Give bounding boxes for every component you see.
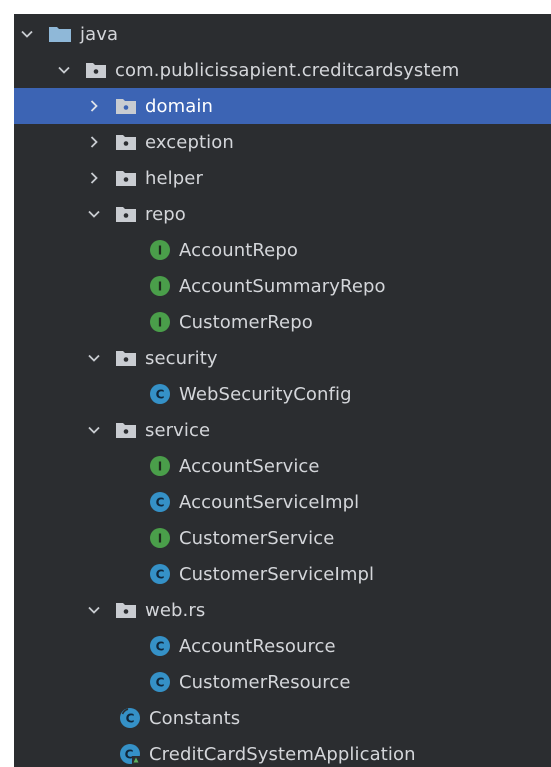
tree-node-accountserviceimpl[interactable]: C AccountServiceImpl xyxy=(14,484,551,520)
spring-boot-class-icon: C xyxy=(119,743,141,765)
svg-text:I: I xyxy=(158,280,162,294)
tree-node-label: security xyxy=(145,347,218,369)
chevron-right-icon[interactable] xyxy=(87,135,101,149)
tree-node-label: com.publicissapient.creditcardsystem xyxy=(115,59,460,81)
interface-icon: I xyxy=(149,527,171,549)
chevron-down-icon[interactable] xyxy=(87,603,101,617)
tree-node-service[interactable]: service xyxy=(14,412,551,448)
tree-node-label: java xyxy=(80,23,119,45)
svg-text:I: I xyxy=(158,316,162,330)
class-icon: C xyxy=(149,563,171,585)
tree-node-accountservice[interactable]: I AccountService xyxy=(14,448,551,484)
svg-text:C: C xyxy=(156,676,165,690)
package-folder-icon xyxy=(115,419,137,441)
tree-node-label: CustomerServiceImpl xyxy=(179,563,375,585)
tree-node-repo[interactable]: repo xyxy=(14,196,551,232)
tree-node-accountsummaryrepo[interactable]: I AccountSummaryRepo xyxy=(14,268,551,304)
class-icon: C xyxy=(149,635,171,657)
tree-node-java[interactable]: java xyxy=(14,16,551,52)
chevron-right-icon[interactable] xyxy=(87,171,101,185)
class-icon: C xyxy=(149,383,171,405)
tree-node-label: CustomerResource xyxy=(179,671,351,693)
tree-node-helper[interactable]: helper xyxy=(14,160,551,196)
chevron-down-icon[interactable] xyxy=(20,27,34,41)
interface-icon: I xyxy=(149,275,171,297)
tree-node-package[interactable]: com.publicissapient.creditcardsystem xyxy=(14,52,551,88)
chevron-down-icon[interactable] xyxy=(57,63,71,77)
class-icon: C xyxy=(149,671,171,693)
package-folder-icon xyxy=(115,95,137,117)
tree-node-label: helper xyxy=(145,167,203,189)
package-folder-icon xyxy=(115,203,137,225)
tree-node-websecurityconfig[interactable]: C WebSecurityConfig xyxy=(14,376,551,412)
interface-icon: I xyxy=(149,455,171,477)
tree-node-constants[interactable]: C Constants xyxy=(14,700,551,736)
tree-node-customerserviceimpl[interactable]: C CustomerServiceImpl xyxy=(14,556,551,592)
tree-node-label: CustomerService xyxy=(179,527,335,549)
tree-node-domain[interactable]: domain xyxy=(14,88,551,124)
tree-node-label: CreditCardSystemApplication xyxy=(149,743,416,765)
tree-node-label: exception xyxy=(145,131,234,153)
tree-node-label: CustomerRepo xyxy=(179,311,313,333)
tree-node-accountresource[interactable]: C AccountResource xyxy=(14,628,551,664)
svg-text:I: I xyxy=(158,532,162,546)
svg-text:C: C xyxy=(156,496,165,510)
tree-node-web-rs[interactable]: web.rs xyxy=(14,592,551,628)
tree-node-security[interactable]: security xyxy=(14,340,551,376)
tree-node-label: service xyxy=(145,419,211,441)
package-folder-icon xyxy=(115,347,137,369)
package-folder-icon xyxy=(115,599,137,621)
tree-node-label: AccountResource xyxy=(179,635,336,657)
tree-node-label: Constants xyxy=(149,707,241,729)
tree-node-accountrepo[interactable]: I AccountRepo xyxy=(14,232,551,268)
svg-text:C: C xyxy=(126,712,135,726)
svg-text:I: I xyxy=(158,460,162,474)
chevron-down-icon[interactable] xyxy=(87,423,101,437)
package-folder-icon xyxy=(85,59,107,81)
interface-icon: I xyxy=(149,239,171,261)
tree-node-customerrepo[interactable]: I CustomerRepo xyxy=(14,304,551,340)
svg-text:I: I xyxy=(158,244,162,258)
chevron-down-icon[interactable] xyxy=(87,207,101,221)
svg-text:C: C xyxy=(156,388,165,402)
package-folder-icon xyxy=(115,131,137,153)
interface-icon: I xyxy=(149,311,171,333)
svg-text:C: C xyxy=(156,640,165,654)
package-folder-icon xyxy=(115,167,137,189)
tree-node-label: repo xyxy=(145,203,186,225)
project-tree-panel: java com.publicissapient.creditcardsyste… xyxy=(14,14,551,767)
tree-node-label: domain xyxy=(145,95,214,117)
tree-node-label: web.rs xyxy=(145,599,206,621)
tree-node-label: WebSecurityConfig xyxy=(179,383,352,405)
tree-node-label: AccountRepo xyxy=(179,239,298,261)
chevron-down-icon[interactable] xyxy=(87,351,101,365)
chevron-right-icon[interactable] xyxy=(87,99,101,113)
class-icon: C xyxy=(149,491,171,513)
tree-node-customerservice[interactable]: I CustomerService xyxy=(14,520,551,556)
tree-node-label: AccountSummaryRepo xyxy=(179,275,386,297)
final-class-icon: C xyxy=(119,707,141,729)
tree-node-label: AccountService xyxy=(179,455,320,477)
source-root-folder-icon xyxy=(48,23,72,45)
tree-node-label: AccountServiceImpl xyxy=(179,491,360,513)
tree-node-creditcardsystemapplication[interactable]: C CreditCardSystemApplication xyxy=(14,736,551,767)
tree-node-customerresource[interactable]: C CustomerResource xyxy=(14,664,551,700)
tree-node-exception[interactable]: exception xyxy=(14,124,551,160)
svg-text:C: C xyxy=(156,568,165,582)
